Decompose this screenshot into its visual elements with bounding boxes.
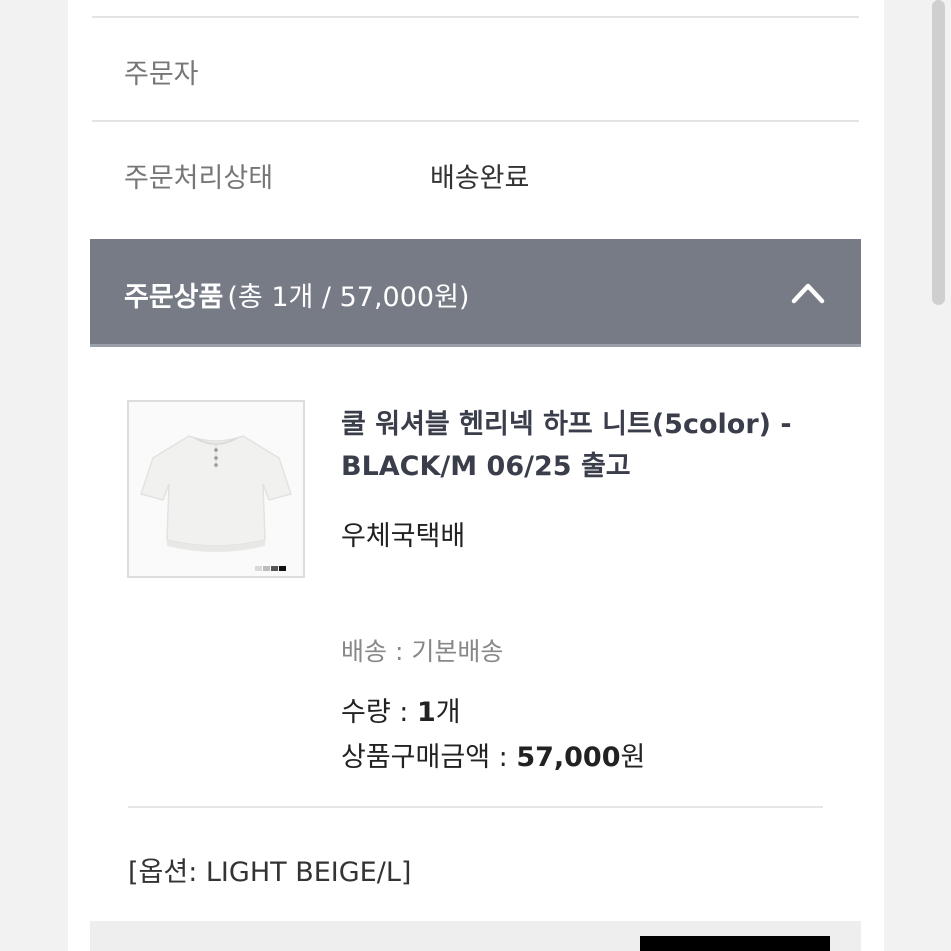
order-status-row: 주문처리상태 배송완료 [92,122,859,226]
quantity-value: 1 [416,697,436,728]
product-option: [옵션: LIGHT BEIGE/L] [128,857,412,888]
action-button[interactable] [640,936,830,951]
order-items-title: 주문상품 (총 1개 / 57,000원) [124,275,469,314]
amount-label: 상품구매금액 : [341,742,517,773]
order-detail-page: 주문자 주문처리상태 배송완료 주문상품 (총 1개 / 57,000원) 쿨 … [68,0,884,951]
knit-shirt-image [129,402,303,576]
amount-value: 57,000 [516,742,621,773]
divider [128,806,823,808]
order-items-title-text: 주문상품 [124,282,224,313]
shipping-company: 우체국택배 [341,521,466,552]
order-items-header[interactable]: 주문상품 (총 1개 / 57,000원) [90,239,861,347]
quantity: 수량 : 1개 [341,690,461,729]
chevron-up-icon[interactable] [791,277,825,307]
orderer-label: 주문자 [124,59,199,90]
product-thumbnail[interactable] [127,400,305,578]
purchase-amount: 상품구매금액 : 57,000원 [341,735,645,774]
quantity-label: 수량 : [341,697,417,728]
order-status-value: 배송완료 [430,163,530,194]
amount-unit: 원 [620,742,646,773]
order-status-label: 주문처리상태 [124,163,274,194]
quantity-unit: 개 [435,697,461,728]
order-items-summary: (총 1개 / 57,000원) [227,282,470,313]
scrollbar[interactable] [932,0,945,305]
delivery-type: 배송 : 기본배송 [341,637,504,666]
orderer-row: 주문자 [92,18,859,122]
product-name-link[interactable]: 쿨 워셔블 헨리넥 하프 니트(5color) - BLACK/M 06/25 … [341,404,841,488]
